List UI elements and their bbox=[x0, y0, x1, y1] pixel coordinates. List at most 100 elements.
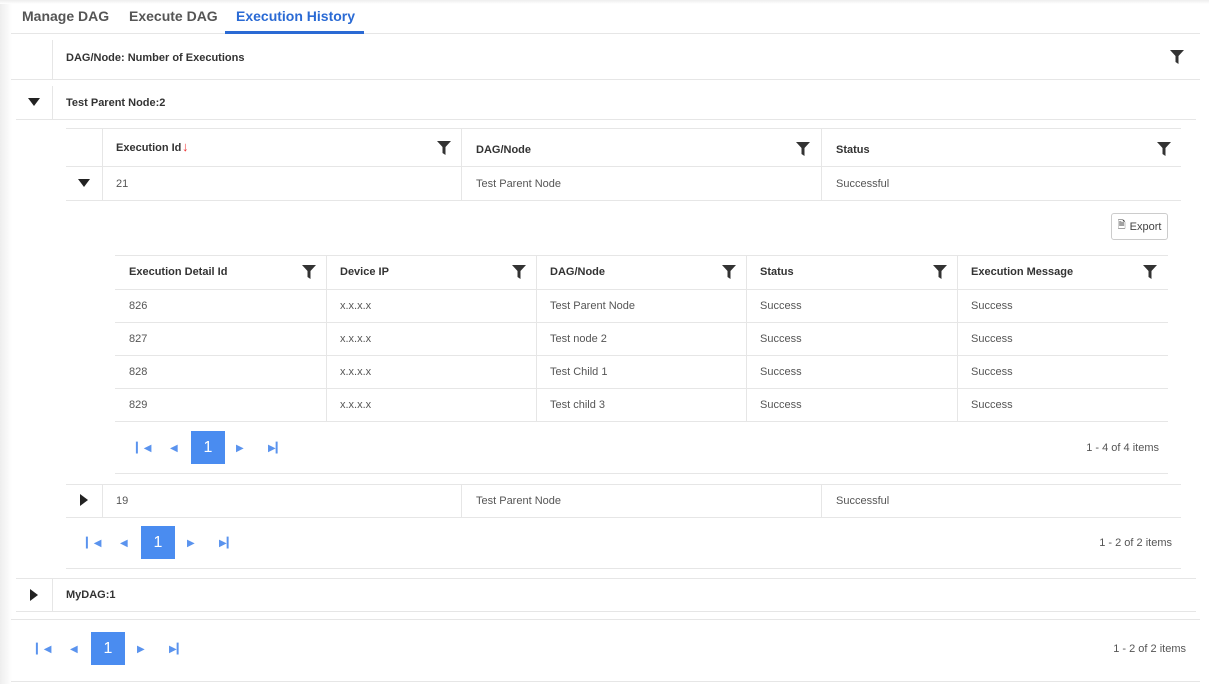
tab-manage-dag[interactable]: Manage DAG bbox=[22, 8, 109, 24]
detail-cell: Success bbox=[971, 366, 1013, 378]
divider bbox=[52, 86, 53, 119]
dag-node: Test Parent Node bbox=[476, 495, 561, 507]
detail-column-header[interactable]: Status bbox=[760, 266, 794, 278]
tabs-divider bbox=[11, 33, 1200, 34]
top-shadow bbox=[0, 0, 1209, 4]
filter-icon[interactable] bbox=[796, 142, 810, 156]
divider bbox=[66, 166, 1181, 167]
tab-execution-history[interactable]: Execution History bbox=[236, 8, 355, 24]
outer-header-label: DAG/Node: Number of Executions bbox=[66, 52, 245, 64]
page-button[interactable]: 1 bbox=[91, 632, 125, 665]
table-row-divider bbox=[115, 322, 1168, 323]
column-header-status[interactable]: Status bbox=[836, 144, 870, 156]
divider bbox=[66, 517, 1181, 518]
divider bbox=[66, 128, 1181, 129]
pager-info: 1 - 4 of 4 items bbox=[1086, 442, 1159, 454]
first-page-icon[interactable]: ▎◀ bbox=[36, 644, 51, 655]
tab-execute-dag[interactable]: Execute DAG bbox=[129, 8, 218, 24]
dag-node: Test Parent Node bbox=[476, 178, 561, 190]
detail-cell: x.x.x.x bbox=[340, 399, 372, 411]
divider bbox=[821, 484, 822, 517]
detail-cell: Success bbox=[971, 399, 1013, 411]
divider bbox=[16, 611, 1196, 612]
detail-cell: Success bbox=[760, 366, 802, 378]
divider bbox=[66, 484, 1181, 485]
detail-cell: Test Child 1 bbox=[550, 366, 608, 378]
divider bbox=[536, 255, 537, 422]
detail-cell: Success bbox=[760, 399, 802, 411]
status: Successful bbox=[836, 495, 890, 507]
filter-icon[interactable] bbox=[512, 265, 526, 279]
group-label: Test Parent Node:2 bbox=[66, 97, 166, 109]
execution-id: 21 bbox=[116, 178, 129, 190]
divider bbox=[11, 619, 1200, 620]
first-page-icon[interactable]: ▎◀ bbox=[136, 443, 151, 454]
prev-page-icon[interactable]: ◀ bbox=[70, 644, 78, 655]
detail-cell: x.x.x.x bbox=[340, 333, 372, 345]
detail-cell: 829 bbox=[129, 399, 148, 411]
left-shadow bbox=[0, 0, 12, 684]
execution-id: 19 bbox=[116, 495, 129, 507]
detail-cell: Success bbox=[971, 333, 1013, 345]
prev-page-icon[interactable]: ◀ bbox=[170, 443, 178, 454]
detail-column-header[interactable]: Execution Message bbox=[971, 266, 1073, 278]
filter-icon[interactable] bbox=[1170, 50, 1184, 64]
divider bbox=[115, 473, 1168, 474]
page-button[interactable]: 1 bbox=[141, 526, 175, 559]
collapse-row-icon[interactable] bbox=[78, 179, 90, 187]
filter-icon[interactable] bbox=[933, 265, 947, 279]
last-page-icon[interactable]: ▶▎ bbox=[219, 538, 234, 549]
detail-cell: Success bbox=[760, 333, 802, 345]
divider bbox=[66, 568, 1181, 569]
first-page-icon[interactable]: ▎◀ bbox=[86, 538, 101, 549]
pager-info: 1 - 2 of 2 items bbox=[1099, 537, 1172, 549]
column-header-execution-id[interactable]: Execution Id bbox=[116, 142, 181, 154]
detail-cell: Test node 2 bbox=[550, 333, 607, 345]
sort-descending-icon[interactable]: ↓ bbox=[182, 139, 189, 154]
detail-cell: Test Parent Node bbox=[550, 300, 635, 312]
divider bbox=[461, 484, 462, 517]
next-page-icon[interactable]: ▶ bbox=[236, 443, 244, 454]
filter-icon[interactable] bbox=[1143, 265, 1157, 279]
table-row-divider bbox=[115, 421, 1168, 422]
page-button[interactable]: 1 bbox=[191, 431, 225, 464]
detail-cell: 826 bbox=[129, 300, 148, 312]
expand-row-icon[interactable] bbox=[80, 494, 88, 506]
filter-icon[interactable] bbox=[1157, 142, 1171, 156]
export-button[interactable]: 🗎 Export bbox=[1111, 213, 1168, 240]
filter-icon[interactable] bbox=[722, 265, 736, 279]
detail-column-header[interactable]: DAG/Node bbox=[550, 266, 605, 278]
divider bbox=[102, 484, 103, 517]
divider bbox=[11, 681, 1200, 682]
collapse-group-icon[interactable] bbox=[28, 98, 40, 106]
divider bbox=[52, 40, 53, 79]
last-page-icon[interactable]: ▶▎ bbox=[268, 443, 283, 454]
divider bbox=[821, 129, 822, 200]
detail-cell: 828 bbox=[129, 366, 148, 378]
divider bbox=[115, 289, 1168, 290]
detail-column-header[interactable]: Execution Detail Id bbox=[129, 266, 227, 278]
last-page-icon[interactable]: ▶▎ bbox=[169, 644, 184, 655]
detail-cell: Success bbox=[760, 300, 802, 312]
filter-icon[interactable] bbox=[437, 141, 451, 155]
divider bbox=[746, 255, 747, 422]
active-tab-indicator bbox=[225, 31, 364, 34]
next-page-icon[interactable]: ▶ bbox=[187, 538, 195, 549]
export-label: Export bbox=[1129, 220, 1162, 233]
detail-cell: Success bbox=[971, 300, 1013, 312]
filter-icon[interactable] bbox=[302, 265, 316, 279]
column-header-dag-node[interactable]: DAG/Node bbox=[476, 144, 531, 156]
divider bbox=[115, 255, 1168, 256]
divider bbox=[52, 578, 53, 611]
expand-group-icon[interactable] bbox=[30, 589, 38, 601]
prev-page-icon[interactable]: ◀ bbox=[120, 538, 128, 549]
detail-column-header[interactable]: Device IP bbox=[340, 266, 389, 278]
detail-cell: x.x.x.x bbox=[340, 366, 372, 378]
divider bbox=[461, 129, 462, 200]
divider bbox=[16, 119, 1196, 120]
status: Successful bbox=[836, 178, 890, 190]
divider bbox=[16, 578, 1196, 579]
file-export-icon: 🗎 bbox=[1117, 220, 1126, 231]
detail-cell: x.x.x.x bbox=[340, 300, 372, 312]
next-page-icon[interactable]: ▶ bbox=[137, 644, 145, 655]
